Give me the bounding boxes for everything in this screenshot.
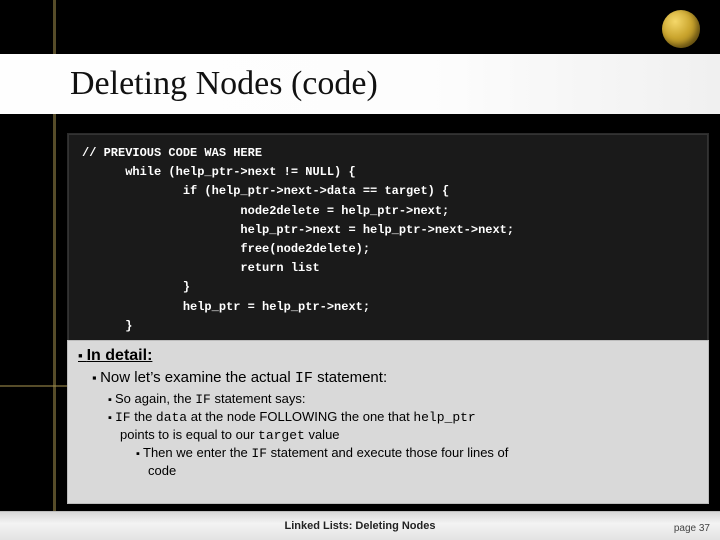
text: the bbox=[131, 409, 156, 424]
detail-line-2b-cont: points to is equal to our target value bbox=[120, 427, 698, 443]
code-token: target bbox=[258, 428, 305, 443]
logo-icon bbox=[662, 10, 700, 48]
text: statement: bbox=[313, 369, 387, 386]
horizontal-rule bbox=[0, 385, 68, 387]
text: Then we enter the bbox=[143, 445, 251, 460]
code-token: IF bbox=[251, 446, 267, 461]
slide: Deleting Nodes (code) // PREVIOUS CODE W… bbox=[0, 0, 720, 540]
detail-line-3-cont: code bbox=[148, 463, 698, 478]
text: statement and execute those four lines o… bbox=[267, 445, 508, 460]
footer-bar: Linked Lists: Deleting Nodes bbox=[0, 511, 720, 540]
text: at the node FOLLOWING the one that bbox=[187, 409, 413, 424]
title-bar: Deleting Nodes (code) bbox=[0, 54, 720, 114]
text: value bbox=[305, 427, 340, 442]
detail-panel: In detail: Now let’s examine the actual … bbox=[68, 341, 708, 503]
footer-title: Linked Lists: Deleting Nodes bbox=[285, 520, 436, 532]
text: statement says: bbox=[211, 391, 306, 406]
detail-line-1: Now let’s examine the actual IF statemen… bbox=[92, 369, 698, 387]
detail-heading: In detail: bbox=[78, 347, 698, 365]
page-number: page 37 bbox=[674, 523, 710, 534]
detail-line-2a: So again, the IF statement says: bbox=[108, 391, 698, 407]
detail-line-2b: IF the data at the node FOLLOWING the on… bbox=[108, 409, 698, 425]
text: Now let’s examine the actual bbox=[100, 369, 295, 386]
code-token: data bbox=[156, 410, 187, 425]
detail-line-3: Then we enter the IF statement and execu… bbox=[136, 445, 698, 461]
code-token: IF bbox=[195, 392, 211, 407]
text: So again, the bbox=[115, 391, 195, 406]
code-token: help_ptr bbox=[413, 410, 475, 425]
code-block: // PREVIOUS CODE WAS HERE while (help_pt… bbox=[68, 134, 708, 349]
page-title: Deleting Nodes (code) bbox=[0, 65, 378, 103]
code-token: IF bbox=[115, 410, 131, 425]
text: points to is equal to our bbox=[120, 427, 258, 442]
code-token: IF bbox=[295, 370, 313, 387]
